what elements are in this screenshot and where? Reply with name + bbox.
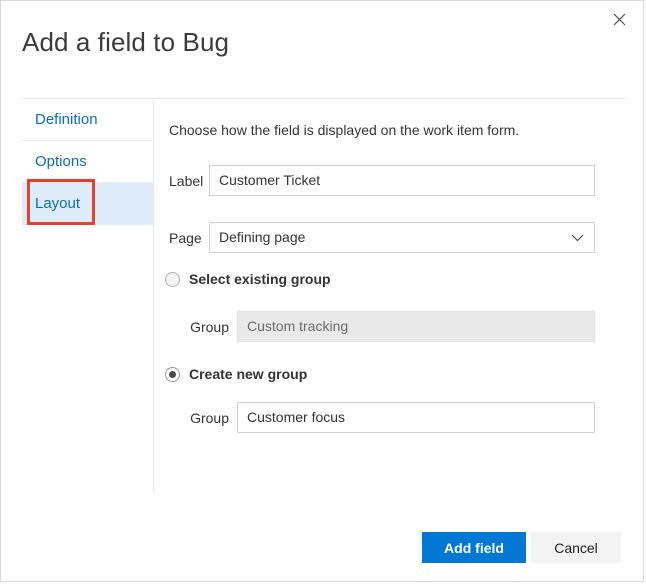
dialog-body: Definition Options Layout Choose how the… bbox=[1, 99, 643, 493]
cancel-button[interactable]: Cancel bbox=[531, 532, 621, 563]
label-field-label: Label bbox=[169, 172, 204, 189]
radio-icon-unselected bbox=[165, 271, 180, 287]
select-existing-group-label: Select existing group bbox=[189, 271, 331, 287]
page-field-row: Page Defining page bbox=[169, 222, 595, 253]
radio-icon-selected bbox=[165, 366, 180, 382]
sidebar-item-layout[interactable]: Layout bbox=[22, 183, 153, 225]
add-field-button[interactable]: Add field bbox=[422, 532, 526, 563]
page-dropdown-value: Defining page bbox=[219, 229, 306, 245]
create-new-group-radio[interactable]: Create new group bbox=[165, 366, 307, 382]
chevron-down-icon bbox=[571, 223, 584, 252]
page-dropdown[interactable]: Defining page bbox=[209, 222, 595, 253]
new-group-input[interactable]: Customer focus bbox=[237, 402, 595, 433]
sidebar-item-definition[interactable]: Definition bbox=[22, 99, 153, 141]
existing-group-field-row: Group Custom tracking bbox=[169, 311, 595, 342]
new-group-field-row: Group Customer focus bbox=[169, 402, 595, 433]
new-group-field-label: Group bbox=[190, 409, 229, 426]
sidebar-nav: Definition Options Layout bbox=[22, 99, 153, 225]
sidebar-item-label: Options bbox=[35, 153, 87, 170]
dialog-footer: Add field Cancel bbox=[1, 491, 643, 581]
dialog-title: Add a field to Bug bbox=[22, 27, 230, 57]
create-new-group-label: Create new group bbox=[189, 366, 308, 382]
form-description: Choose how the field is displayed on the… bbox=[169, 122, 520, 138]
sidebar-item-label: Layout bbox=[35, 195, 81, 212]
select-existing-group-radio[interactable]: Select existing group bbox=[165, 271, 331, 287]
page-field-label: Page bbox=[169, 229, 202, 246]
close-icon[interactable] bbox=[607, 7, 631, 31]
label-field-row: Label Customer Ticket bbox=[169, 165, 595, 196]
existing-group-field-label: Group bbox=[190, 318, 229, 335]
label-input[interactable]: Customer Ticket bbox=[209, 165, 595, 196]
sidebar-item-options[interactable]: Options bbox=[22, 141, 153, 183]
add-field-dialog: Add a field to Bug Definition Options La… bbox=[0, 0, 644, 582]
sidebar-item-label: Definition bbox=[35, 111, 98, 128]
sidebar-divider bbox=[153, 99, 154, 493]
existing-group-input: Custom tracking bbox=[237, 311, 595, 342]
